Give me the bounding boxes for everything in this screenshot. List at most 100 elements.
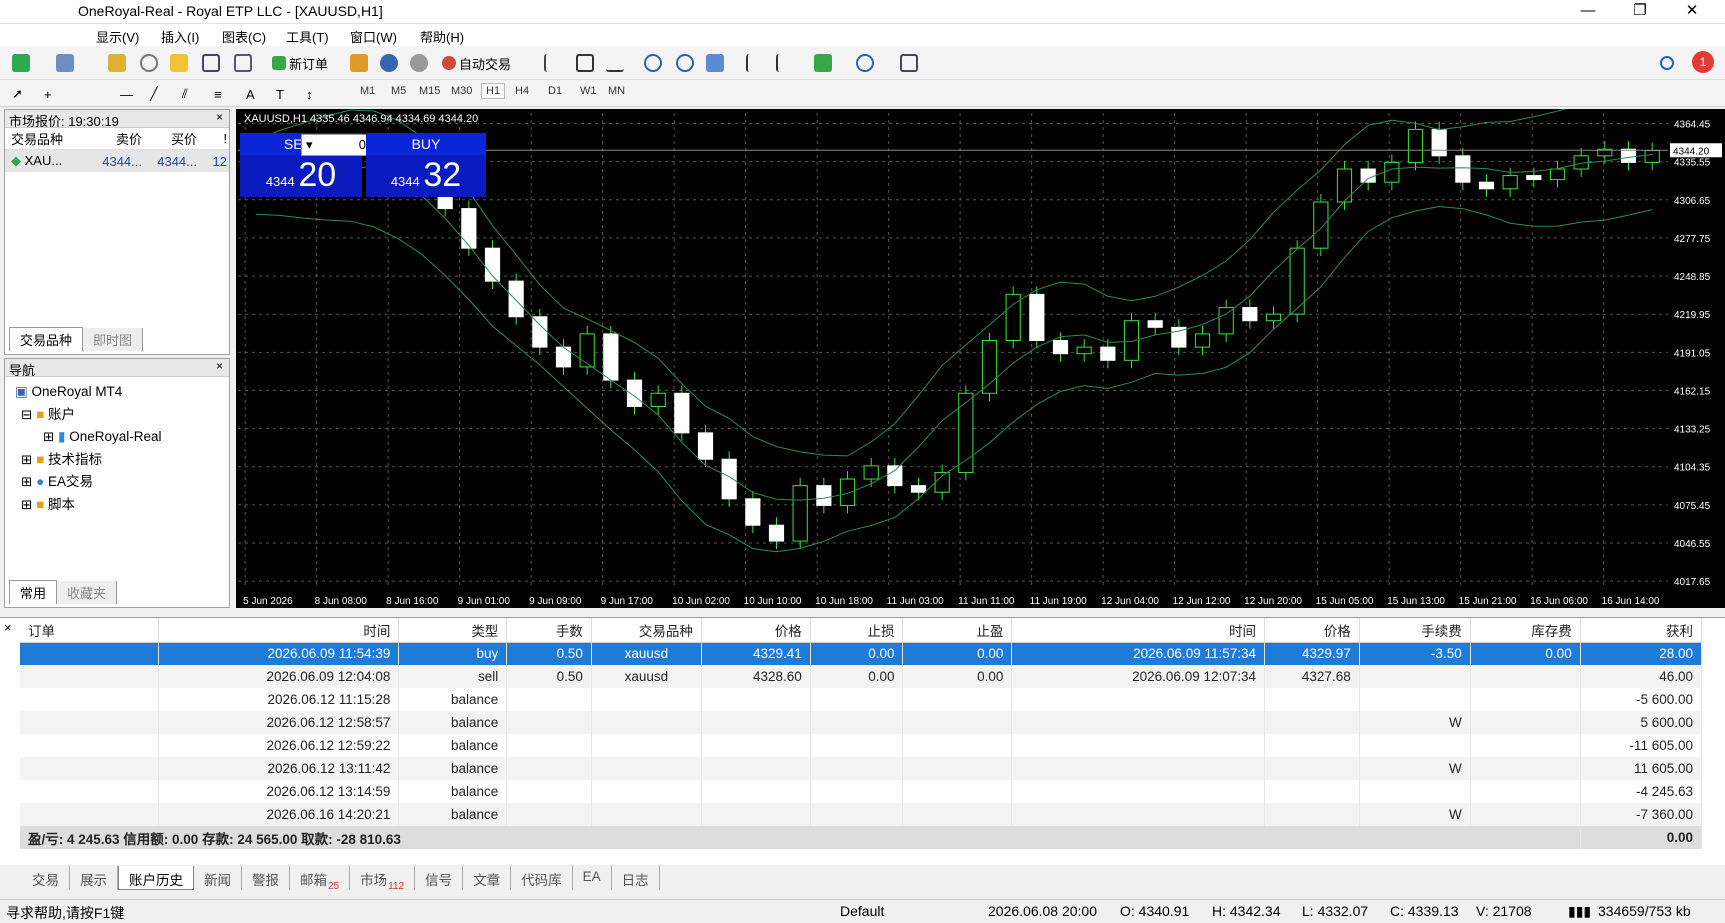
table-row[interactable]: 2026.06.16 14:20:21 balance W -7 360.00 [20,803,1703,826]
table-row[interactable]: 2026.06.12 13:14:59 balance -4 245.63 [20,780,1703,803]
tab-terminal-2[interactable]: 账户历史 [118,866,194,890]
tree-indicators[interactable]: ⊞ ■ 技术指标 [15,449,162,472]
close-icon[interactable]: × [216,359,223,373]
tab-tick-chart[interactable]: 即时图 [83,328,144,351]
periods-icon[interactable] [856,51,874,75]
terminal-icon[interactable] [202,51,220,75]
buy-panel[interactable]: BUY 4344 32 [366,133,486,197]
tab-terminal-3[interactable]: 新闻 [194,866,242,890]
col-5[interactable]: 价格 [701,618,811,643]
tf-mn[interactable]: MN [608,85,625,97]
tf-m30[interactable]: M30 [451,85,472,97]
tab-terminal-5[interactable]: 邮箱25 [290,866,351,892]
data-window-icon[interactable] [170,51,188,75]
templates-icon[interactable] [900,51,918,75]
menu-help[interactable]: 帮助(H) [420,27,464,46]
text-label-icon[interactable]: T [276,82,284,106]
minimize-button[interactable]: — [1565,0,1611,24]
tf-m1[interactable]: M1 [360,85,375,97]
table-row[interactable]: 2026.06.09 12:04:08 sell 0.50 xauusd 4328.60… [20,665,1703,688]
col-bid[interactable]: 卖价 [87,129,142,148]
col-2[interactable]: 类型 [398,618,508,643]
col-0[interactable]: 订单 [20,618,159,643]
profiles-icon[interactable] [56,51,74,75]
close-button[interactable]: ✕ [1669,0,1715,24]
arrows-icon[interactable]: ↕ [306,82,313,106]
col-9[interactable]: 价格 [1264,618,1360,643]
zoom-out-icon[interactable] [676,51,694,75]
tab-terminal-0[interactable]: 交易 [22,866,70,890]
col-11[interactable]: 库存费 [1470,618,1581,643]
tab-favorites[interactable]: 收藏夹 [57,581,118,604]
col-ask[interactable]: 买价 [142,129,197,148]
channel-icon[interactable]: ⫽ [182,82,188,106]
close-icon[interactable]: × [216,110,223,124]
crosshair-icon[interactable]: + [44,82,52,106]
market-watch-icon[interactable] [108,51,126,75]
tab-terminal-8[interactable]: 文章 [463,866,512,890]
tf-h1[interactable]: H1 [481,83,506,99]
tree-account[interactable]: ⊞ ▮ OneRoyal-Real [15,426,162,449]
chart-shift-icon[interactable] [776,51,794,75]
tf-m15[interactable]: M15 [419,85,440,97]
table-row[interactable]: 2026.06.12 12:58:57 balance W 5 600.00 [20,711,1703,734]
menu-view[interactable]: 显示(V) [96,27,139,46]
metaeditor-icon[interactable] [350,51,368,75]
autoscroll-icon[interactable] [746,51,764,75]
terminal-close-icon[interactable]: × [4,620,12,635]
col-3[interactable]: 手数 [506,618,592,643]
tab-terminal-11[interactable]: 日志 [612,866,660,890]
col-6[interactable]: 止损 [810,618,904,643]
strategy-tester-icon[interactable] [234,51,252,75]
menu-window[interactable]: 窗口(W) [350,27,397,46]
tab-terminal-6[interactable]: 市场112 [350,866,416,892]
tab-common[interactable]: 常用 [9,580,58,604]
tree-root[interactable]: ▣ OneRoyal MT4 [15,381,162,404]
tree-accounts[interactable]: ⊟ ■ 账户 [15,404,162,427]
menu-insert[interactable]: 插入(I) [161,27,199,46]
menu-charts[interactable]: 图表(C) [222,27,266,46]
col-spread[interactable]: ! [197,131,227,146]
search-icon[interactable] [1660,51,1674,75]
tab-terminal-7[interactable]: 信号 [415,866,464,890]
buy-button[interactable]: BUY [366,133,486,155]
notification-badge[interactable]: 1 [1692,51,1714,73]
tree-experts[interactable]: ⊞ ● EA交易 [15,471,162,494]
table-row[interactable]: 2026.06.12 13:11:42 balance W 11 605.00 [20,757,1703,780]
auto-trading-button[interactable]: 自动交易 [442,51,511,75]
text-icon[interactable]: A [246,82,255,106]
decrease-icon[interactable]: ▾ [306,137,313,153]
tree-scripts[interactable]: ⊞ ■ 脚本 [15,494,162,517]
zoom-in-icon[interactable] [644,51,662,75]
candlestick-icon[interactable] [576,51,594,75]
table-row[interactable]: 2026.06.12 12:59:22 balance -11 605.00 [20,734,1703,757]
new-chart-icon[interactable] [12,51,30,75]
tf-w1[interactable]: W1 [580,85,597,97]
navigator-icon[interactable] [140,51,158,75]
col-7[interactable]: 止盈 [902,618,1013,643]
tab-terminal-1[interactable]: 展示 [70,866,118,890]
table-row[interactable]: 2026.06.09 11:54:39 buy 0.50 xauusd 4329.41 0… [20,642,1703,665]
menu-tools[interactable]: 工具(T) [286,27,329,46]
symbol-row[interactable]: ◆ XAU... 4344... 4344... 12 [5,150,229,172]
tab-terminal-4[interactable]: 警报 [242,866,290,890]
col-10[interactable]: 手续费 [1359,618,1471,643]
maximize-button[interactable]: ❐ [1617,0,1663,24]
tab-terminal-10[interactable]: EA [573,866,612,890]
hline-icon[interactable]: — [120,82,133,106]
indicators-icon[interactable] [814,51,832,75]
col-12[interactable]: 获利 [1580,618,1703,643]
col-4[interactable]: 交易品种 [591,618,702,643]
line-chart-icon[interactable] [606,51,624,75]
tab-terminal-9[interactable]: 代码库 [511,866,573,890]
fibo-icon[interactable]: ≡ [214,82,222,106]
cursor-icon[interactable]: ➚ [12,82,23,106]
tf-m5[interactable]: M5 [391,85,406,97]
signals-icon[interactable] [410,51,428,75]
tile-windows-icon[interactable] [706,51,724,75]
col-1[interactable]: 时间 [158,618,400,643]
experts-icon[interactable] [380,51,398,75]
table-row[interactable]: 2026.06.12 11:15:28 balance -5 600.00 [20,688,1703,711]
tf-d1[interactable]: D1 [548,85,562,97]
col-symbol[interactable]: 交易品种 [5,129,87,148]
